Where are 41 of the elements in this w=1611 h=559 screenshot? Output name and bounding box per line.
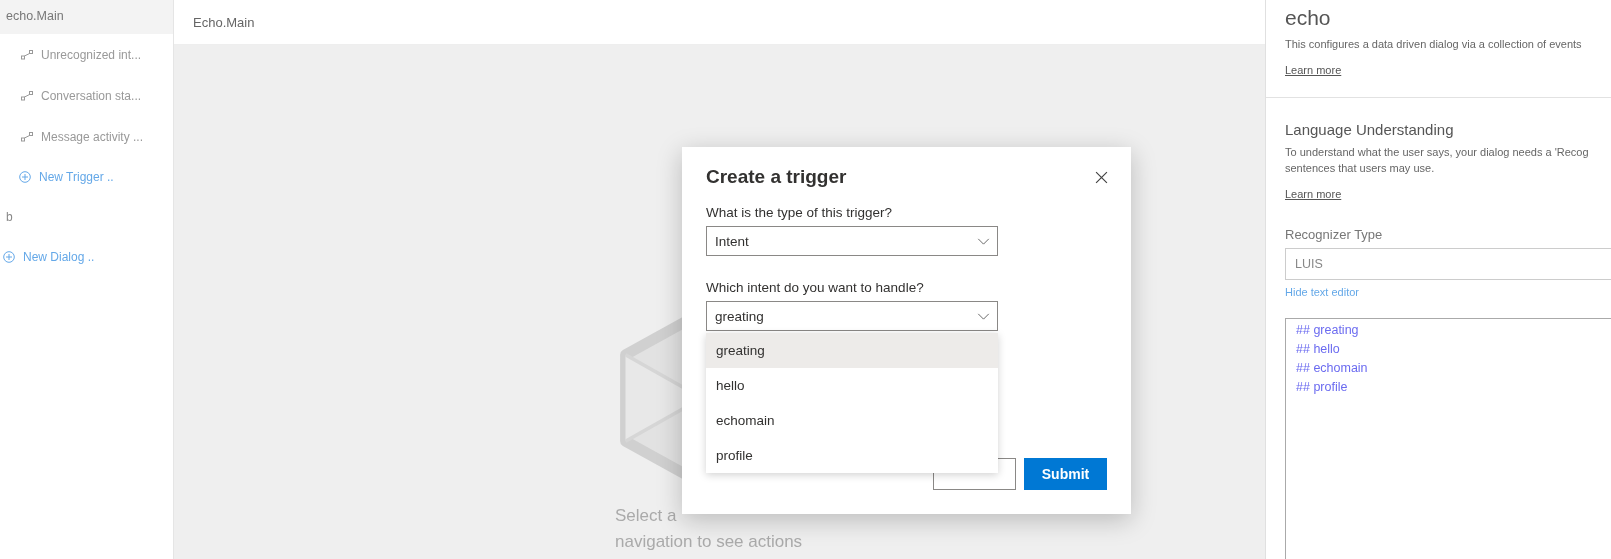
- section-title: Language Understanding: [1285, 121, 1455, 138]
- selection-dropdown[interactable]: greating: [706, 301, 998, 331]
- trigger-item[interactable]: Unrecognized int...: [0, 34, 173, 75]
- new-trigger-link[interactable]: New Trigger ..: [0, 157, 173, 197]
- trigger-icon: [21, 49, 33, 60]
- learn-more-link[interactable]: Learn more: [1285, 188, 1342, 200]
- dropdown-option[interactable]: hello: [706, 368, 998, 403]
- canvas-title: Echo.Main: [193, 14, 255, 30]
- empty-state-text: Select a: [615, 505, 677, 527]
- dropdown-option[interactable]: profile: [706, 438, 998, 473]
- add-icon: [19, 171, 31, 183]
- dialog-name: echo: [1285, 6, 1332, 30]
- dialog-item[interactable]: b: [0, 197, 173, 237]
- dialog-title: Create a trigger: [706, 166, 847, 188]
- new-dialog-link[interactable]: New Dialog ..: [0, 237, 173, 277]
- learn-more-link[interactable]: Learn more: [1285, 64, 1342, 76]
- hide-editor-link[interactable]: Hide text editor: [1285, 286, 1359, 298]
- trigger-item[interactable]: Message activity ...: [0, 116, 173, 157]
- trigger-type-dropdown[interactable]: Intent: [706, 226, 998, 256]
- code-line: ## echomain: [1296, 360, 1368, 377]
- code-editor[interactable]: ## greating ## hello ## echomain ## profile: [1285, 318, 1611, 559]
- field-label: What is the type of this trigger?: [706, 205, 894, 220]
- description-text: This configures a data driven dialog via a collection of events: [1285, 37, 1583, 52]
- chevron-icon: [977, 312, 990, 320]
- code-line: ## profile: [1296, 379, 1348, 396]
- chevron-icon: [977, 237, 990, 245]
- dropdown-option[interactable]: echomain: [706, 403, 998, 438]
- code-line: ## hello: [1296, 341, 1340, 358]
- empty-state-text: navigation to see actions: [615, 531, 803, 553]
- trigger-icon: [21, 131, 33, 142]
- description-text: To understand what the user says, your dialog needs a 'Recog sentences that users may use.: [1285, 145, 1590, 176]
- dialog-item[interactable]: echo.Main: [0, 0, 173, 34]
- dropdown-option[interactable]: greating: [706, 333, 998, 368]
- trigger-icon: [21, 90, 33, 101]
- submit-button[interactable]: Submit: [1024, 458, 1107, 490]
- add-icon: [3, 251, 15, 263]
- trigger-item[interactable]: Conversation sta...: [0, 75, 173, 116]
- field-label: Recognizer Type: [1285, 227, 1384, 242]
- code-line: ## greating: [1296, 322, 1359, 339]
- recognizer-field[interactable]: LUIS: [1285, 248, 1611, 280]
- field-label: Which intent do you want to handle?: [706, 280, 925, 295]
